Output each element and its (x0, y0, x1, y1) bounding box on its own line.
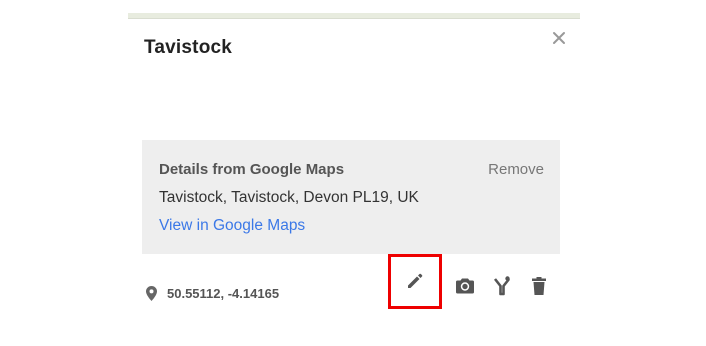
place-address: Tavistock, Tavistock, Devon PL19, UK (159, 189, 419, 206)
close-button[interactable] (550, 29, 568, 47)
details-heading: Details from Google Maps (159, 161, 345, 178)
edit-button[interactable] (388, 254, 442, 309)
place-info-card: Tavistock Details from Google Maps Remov… (128, 19, 580, 329)
add-photo-button[interactable] (454, 275, 476, 297)
location-pin-icon (146, 285, 157, 301)
camera-icon (456, 278, 474, 294)
details-panel: Details from Google Maps Remove Tavistoc… (142, 140, 560, 254)
remove-button[interactable]: Remove (488, 161, 544, 178)
close-icon (553, 32, 565, 44)
page: Tavistock Details from Google Maps Remov… (0, 0, 706, 346)
style-icon (493, 276, 511, 296)
place-title: Tavistock (144, 37, 233, 58)
coordinates-text: 50.55112, -4.14165 (167, 285, 280, 301)
edit-icon (408, 273, 423, 288)
style-button[interactable] (491, 275, 513, 297)
view-in-google-maps-link[interactable]: View in Google Maps (159, 217, 305, 235)
delete-icon (532, 277, 546, 295)
delete-button[interactable] (528, 275, 550, 297)
coordinates-row: 50.55112, -4.14165 (146, 283, 279, 303)
